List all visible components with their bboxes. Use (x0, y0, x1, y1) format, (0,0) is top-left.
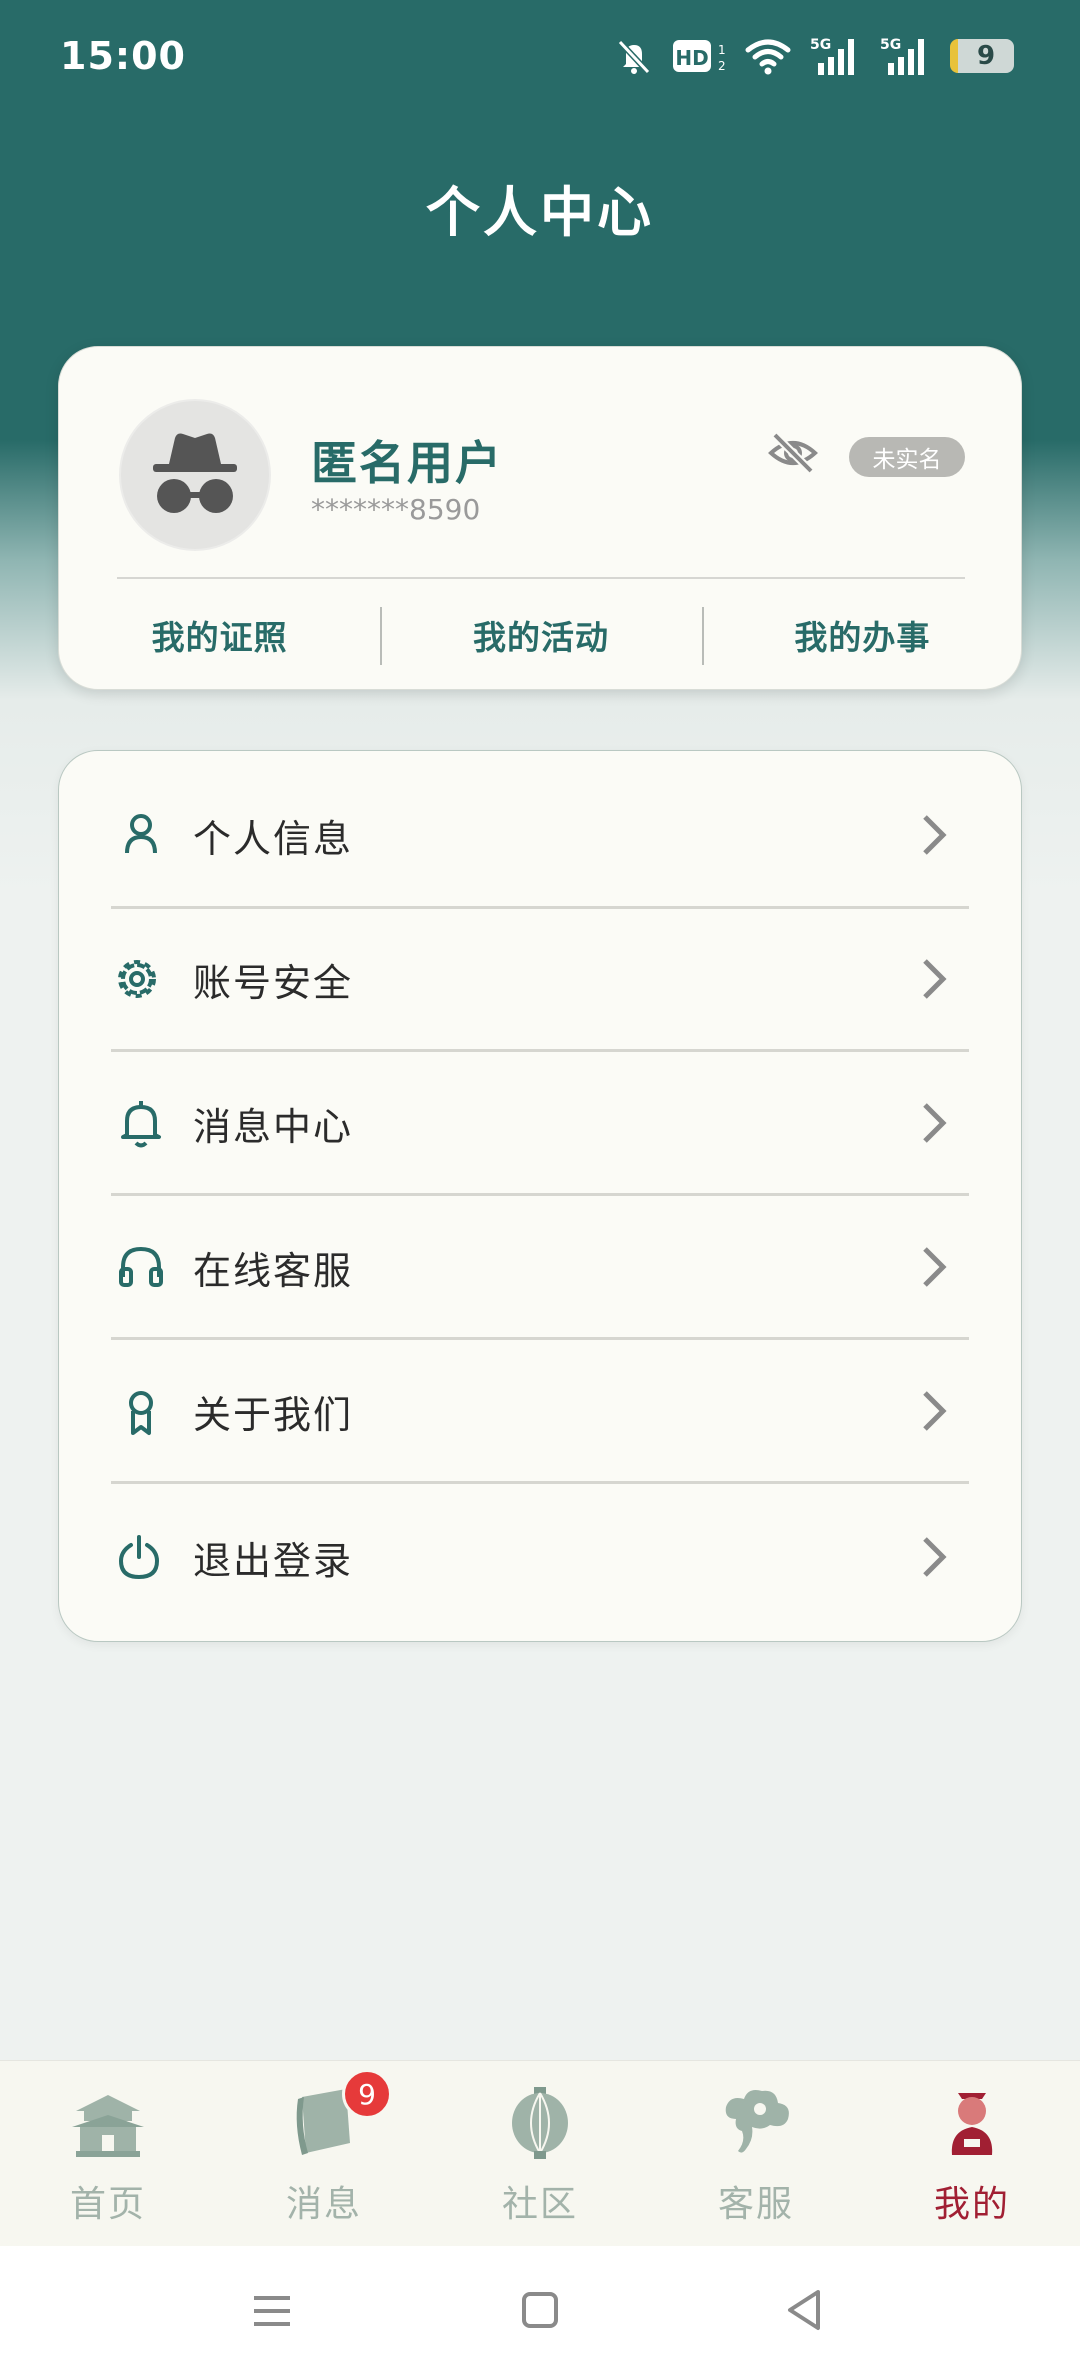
palace-icon (72, 2095, 144, 2157)
menu-item-label: 关于我们 (193, 1392, 354, 1437)
menu-item-label: 账号安全 (193, 960, 354, 1005)
svg-text:5G: 5G (880, 37, 901, 53)
headset-icon (111, 1237, 171, 1297)
menu-item-account-security[interactable]: 账号安全 (111, 907, 969, 1051)
my-affairs-link[interactable]: 我的办事 (701, 579, 1023, 691)
menu-item-personal-info[interactable]: 个人信息 (111, 763, 969, 907)
chevron-right-icon (923, 815, 947, 855)
menu-card: 个人信息 账号安全 消息中心 在线客服 关于我们 退出登录 (58, 750, 1022, 1642)
status-bar: 15:00 HD 1 2 5G 5G 9 (0, 0, 1080, 120)
menu-item-logout[interactable]: 退出登录 (111, 1485, 969, 1629)
my-certificates-link[interactable]: 我的证照 (59, 579, 380, 691)
system-nav-bar (0, 2246, 1080, 2376)
eye-hidden-icon[interactable] (767, 431, 819, 475)
menu-item-online-service[interactable]: 在线客服 (111, 1195, 969, 1339)
person-icon (111, 805, 171, 865)
my-activities-link[interactable]: 我的活动 (380, 579, 701, 691)
hd-icon: HD 1 2 (673, 40, 726, 73)
verify-status-badge[interactable]: 未实名 (849, 437, 965, 477)
page-title: 个人中心 (426, 181, 654, 244)
battery-icon: 9 (950, 39, 1014, 73)
svg-text:2: 2 (718, 59, 726, 73)
power-icon (111, 1527, 171, 1587)
status-icons: HD 1 2 5G 5G 9 (614, 34, 1014, 78)
svg-text:5G: 5G (810, 37, 831, 53)
tab-mine[interactable]: 我的 (864, 2061, 1080, 2247)
quick-links: 我的证照 我的活动 我的办事 (59, 579, 1023, 691)
tab-home[interactable]: 首页 (0, 2061, 216, 2247)
tab-label: 消息 (285, 2184, 362, 2225)
incognito-icon (153, 433, 237, 513)
unread-count-badge: 9 (342, 2069, 392, 2119)
figure-icon (951, 2093, 993, 2155)
menu-item-message-center[interactable]: 消息中心 (111, 1051, 969, 1195)
menu-item-label: 消息中心 (193, 1104, 354, 1149)
signal-5g-icon: 5G (810, 37, 854, 75)
chevron-right-icon (923, 1391, 947, 1431)
menu-icon[interactable] (242, 2286, 302, 2336)
divider (111, 1481, 969, 1484)
menu-item-label: 在线客服 (193, 1248, 354, 1293)
bell-icon (111, 1093, 171, 1153)
svg-text:HD: HD (675, 46, 708, 70)
status-time: 15:00 (60, 34, 186, 78)
user-phone: *******8590 (311, 493, 481, 526)
lantern-icon (512, 2087, 568, 2159)
menu-item-label: 个人信息 (193, 816, 354, 861)
chevron-right-icon (923, 1537, 947, 1577)
chevron-right-icon (923, 1247, 947, 1287)
home-button-icon[interactable] (510, 2286, 570, 2336)
chevron-right-icon (923, 959, 947, 999)
tab-label: 首页 (69, 2184, 146, 2225)
tab-label: 客服 (717, 2184, 794, 2225)
tab-messages[interactable]: 9 消息 (216, 2061, 432, 2247)
profile-card: 匿名用户 *******8590 未实名 我的证照 我的活动 我的办事 (58, 346, 1022, 690)
wifi-icon (745, 39, 791, 75)
tab-label: 社区 (501, 2184, 578, 2225)
mute-bell-icon (617, 39, 651, 75)
svg-text:1: 1 (718, 43, 726, 57)
back-icon[interactable] (776, 2286, 836, 2336)
avatar[interactable] (119, 399, 271, 551)
menu-item-label: 退出登录 (193, 1538, 354, 1583)
tab-service[interactable]: 客服 (648, 2061, 864, 2247)
tab-label: 我的 (933, 2184, 1010, 2225)
bottom-nav: 首页 9 消息 社区 客服 我的 (0, 2060, 1080, 2246)
cloud-icon (725, 2090, 789, 2153)
gear-icon (111, 949, 171, 1009)
user-name: 匿名用户 (311, 436, 503, 490)
signal-5g-icon: 5G (880, 37, 924, 75)
chevron-right-icon (923, 1103, 947, 1143)
tab-community[interactable]: 社区 (432, 2061, 648, 2247)
menu-item-about-us[interactable]: 关于我们 (111, 1339, 969, 1483)
ribbon-icon (111, 1381, 171, 1441)
battery-level: 9 (976, 41, 996, 71)
